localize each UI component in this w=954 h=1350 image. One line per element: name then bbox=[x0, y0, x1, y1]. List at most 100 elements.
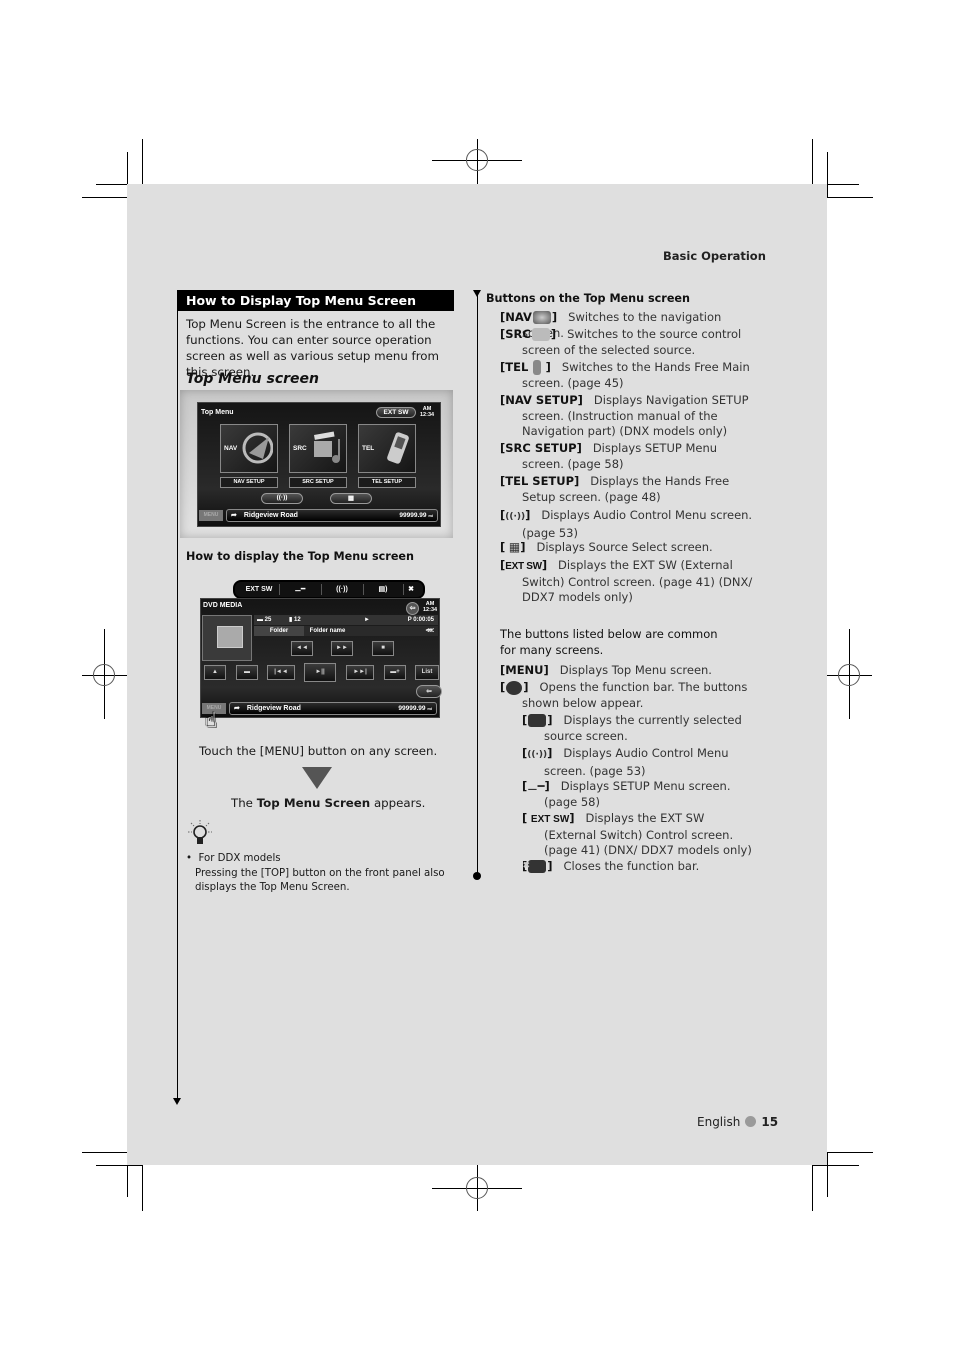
nav-icon bbox=[532, 311, 551, 324]
audio-control-button[interactable]: ((·)) bbox=[261, 493, 303, 504]
separator-dot-icon bbox=[745, 1116, 757, 1127]
src-icon bbox=[531, 328, 550, 341]
track-info-bar: ▬ 25 ▮ 12 ► P 0:00:05 bbox=[254, 615, 438, 625]
crop-mark bbox=[96, 1165, 143, 1166]
crop-mark bbox=[142, 139, 143, 184]
button-description: [TEL ] Switches to the Hands Free Main s… bbox=[500, 360, 750, 390]
audio-control-button[interactable]: ((·)) bbox=[321, 584, 364, 595]
screen-title: DVD MEDIA bbox=[203, 602, 243, 609]
step-2-text: The Top Menu Screen appears. bbox=[231, 796, 426, 810]
registration-circle bbox=[93, 664, 115, 686]
step-1-text: Touch the [MENU] button on any screen. bbox=[199, 744, 438, 758]
eject-button[interactable]: ▲ bbox=[204, 665, 226, 680]
folder-row: Folder Folder name ⋘ bbox=[254, 626, 438, 636]
tip-note: • For DDX models Pressing the [TOP] butt… bbox=[186, 853, 445, 893]
folder-down-button[interactable]: ▬ bbox=[236, 665, 258, 680]
function-bar-toggle[interactable]: ⇦ bbox=[406, 602, 419, 615]
current-source-button[interactable]: ▤) bbox=[363, 584, 404, 595]
src-button[interactable]: SRC bbox=[289, 424, 347, 473]
audio-icon: ((·)) bbox=[505, 512, 526, 522]
section-header: Basic Operation bbox=[663, 249, 766, 263]
previous-track-button[interactable]: |◄◄ bbox=[267, 665, 295, 680]
file-icon: ▮ bbox=[289, 617, 293, 623]
crop-mark bbox=[82, 197, 128, 198]
source-select-button[interactable]: ▦ bbox=[330, 493, 372, 504]
column-rule bbox=[477, 292, 478, 876]
how-to-title: How to display the Top Menu screen bbox=[186, 550, 414, 563]
audio-icon: ((·)) bbox=[276, 494, 288, 501]
button-description: [] Opens the function bar. The buttons s… bbox=[500, 680, 748, 710]
audio-icon: ((·)) bbox=[336, 586, 348, 593]
button-description: [((·))] Displays Audio Control Menu scre… bbox=[500, 508, 753, 540]
function-bar: EXT SW ⚊━ ((·)) ▤) ✖ bbox=[233, 580, 425, 599]
next-track-button[interactable]: ►►| bbox=[346, 665, 374, 680]
registration-circle bbox=[838, 664, 860, 686]
ext-sw-button[interactable]: EXT SW bbox=[376, 407, 416, 418]
end-dot-icon bbox=[473, 872, 481, 880]
back-arrow-icon: ⇦ bbox=[426, 688, 432, 695]
hand-pointer-icon: ☝ bbox=[205, 708, 218, 732]
crop-mark bbox=[142, 1165, 143, 1211]
crop-mark bbox=[827, 1152, 828, 1197]
folder-icon: ▬ bbox=[257, 617, 263, 623]
current-source-icon: ▤) bbox=[378, 586, 388, 593]
turn-right-icon: ➦ bbox=[234, 705, 240, 712]
crop-mark bbox=[827, 197, 873, 198]
crop-mark bbox=[827, 1152, 873, 1153]
ext-sw-button[interactable]: EXT SW bbox=[239, 584, 280, 595]
menu-button[interactable]: MENU bbox=[199, 510, 223, 521]
nav-status-bar: ➦ Ridgeview Road 99999.99 mi bbox=[226, 509, 438, 522]
subsection-title: Top Menu screen bbox=[186, 371, 319, 387]
function-bar-item: [ EXT SW] Displays the EXT SW (External … bbox=[522, 811, 752, 857]
folder-up-button[interactable]: ▬+ bbox=[384, 665, 406, 680]
play-pause-button[interactable]: ►|| bbox=[304, 663, 336, 682]
source-select-icon: ▦ bbox=[347, 495, 355, 502]
function-bar-icon bbox=[506, 680, 523, 695]
clock: AM 12:34 bbox=[423, 601, 438, 613]
play-icon: ► bbox=[364, 617, 370, 623]
registration-circle bbox=[466, 149, 488, 171]
tip-lightbulb-icon bbox=[188, 820, 212, 848]
setup-wrench-button[interactable]: ⚊━ bbox=[279, 584, 322, 595]
distance: 99999.99 mi bbox=[398, 705, 432, 712]
video-thumbnail bbox=[202, 615, 252, 661]
function-bar-open-button[interactable]: ⇦ bbox=[416, 685, 442, 698]
fast-forward-button[interactable]: ►► bbox=[331, 641, 353, 656]
nav-status-bar: ➦ Ridgeview Road 99999.99 mi bbox=[229, 702, 437, 715]
screen-title: Top Menu bbox=[201, 409, 234, 416]
button-description: [EXT SW] Displays the EXT SW (External S… bbox=[500, 558, 753, 604]
button-description: [MENU] Displays Top Menu screen. bbox=[500, 663, 712, 677]
current-source-icon bbox=[528, 714, 547, 727]
audio-icon: ((·)) bbox=[527, 750, 548, 760]
road-name: Ridgeview Road bbox=[243, 512, 298, 519]
nav-button[interactable]: NAV bbox=[220, 424, 278, 473]
stop-button[interactable]: ■ bbox=[372, 641, 394, 656]
dvd-media-screenshot: DVD MEDIA ⇦ AM 12:34 ▬ 25 ▮ 12 ► P 0:00:0… bbox=[200, 598, 442, 718]
crop-mark bbox=[82, 1152, 128, 1153]
close-function-bar-button[interactable]: ✖ bbox=[403, 584, 419, 595]
column-rule bbox=[177, 290, 178, 1100]
crop-mark bbox=[827, 152, 828, 197]
registration-circle bbox=[466, 1177, 488, 1199]
source-select-icon: ▦ bbox=[508, 540, 521, 554]
nav-setup-button[interactable]: NAV SETUP bbox=[220, 477, 278, 488]
back-arrow-icon: ⇦ bbox=[409, 605, 416, 612]
list-button[interactable]: List bbox=[415, 665, 439, 680]
button-description: [ ▦] Displays Source Select screen. bbox=[500, 540, 713, 554]
close-icon: ✖ bbox=[408, 586, 414, 593]
rewind-button[interactable]: ◄◄ bbox=[291, 641, 313, 656]
buttons-heading: Buttons on the Top Menu screen bbox=[486, 292, 690, 305]
button-description: [TEL SETUP] Displays the Hands Free Setu… bbox=[500, 474, 730, 504]
phone-icon bbox=[532, 360, 541, 375]
tel-setup-button[interactable]: TEL SETUP bbox=[358, 477, 416, 488]
section-title: How to Display Top Menu Screen bbox=[178, 290, 454, 311]
media-icon bbox=[313, 431, 340, 463]
function-bar-item: [((·))] Displays Audio Control Menu scre… bbox=[522, 746, 729, 778]
tel-button[interactable]: TEL bbox=[358, 424, 416, 473]
clock: AM 12:34 bbox=[420, 406, 435, 418]
src-setup-button[interactable]: SRC SETUP bbox=[289, 477, 347, 488]
down-arrow-icon bbox=[302, 767, 332, 789]
start-arrow-icon bbox=[473, 290, 481, 297]
wrench-icon: ⚊━ bbox=[294, 586, 306, 593]
crop-mark bbox=[812, 1165, 813, 1211]
